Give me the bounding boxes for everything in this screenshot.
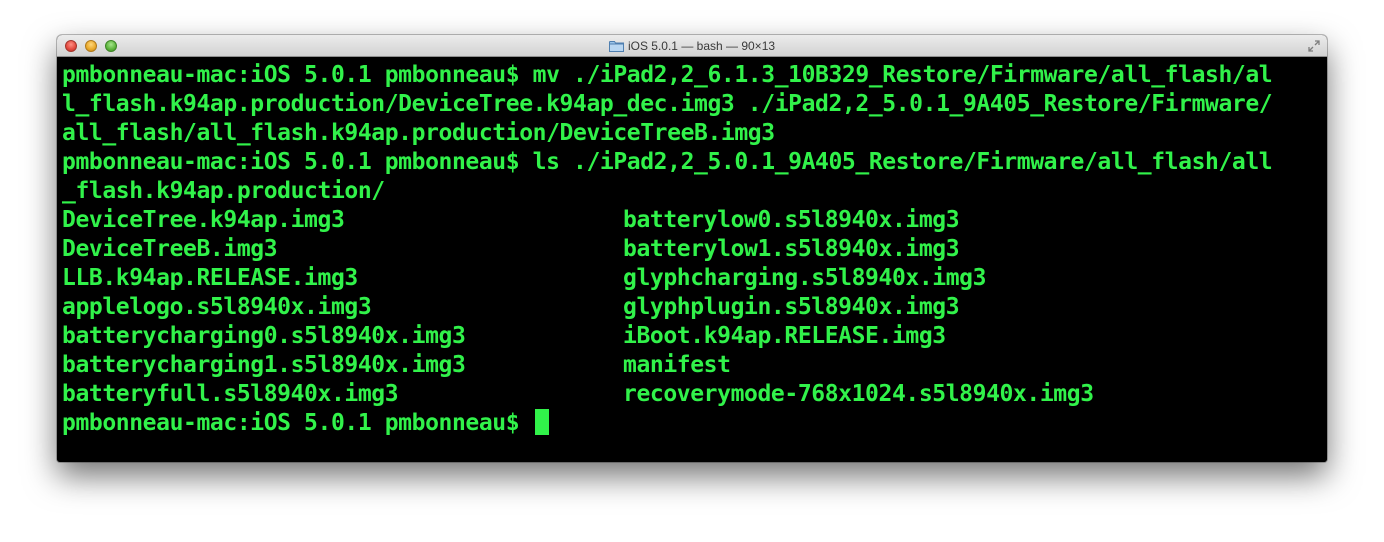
file-entry: glyphplugin.s5l8940x.img3 (623, 294, 960, 320)
window-title-container: iOS 5.0.1 — bash — 90×13 (57, 38, 1327, 54)
file-entry: batteryfull.s5l8940x.img3 (62, 381, 399, 407)
file-entry: batterylow1.s5l8940x.img3 (623, 236, 960, 262)
window-title: iOS 5.0.1 — bash — 90×13 (627, 39, 776, 53)
prompt-line[interactable]: pmbonneau-mac:iOS 5.0.1 pmbonneau$ (62, 409, 1327, 438)
shell-prompt: pmbonneau-mac:iOS 5.0.1 pmbonneau$ (62, 410, 533, 436)
folder-icon (608, 41, 624, 52)
file-entry: LLB.k94ap.RELEASE.img3 (62, 265, 358, 291)
file-entry: recoverymode-768x1024.s5l8940x.img3 (623, 381, 1094, 407)
fullscreen-icon[interactable] (1308, 40, 1320, 52)
file-entry: applelogo.s5l8940x.img3 (62, 294, 372, 320)
file-listing: DeviceTree.k94ap.img3 DeviceTreeB.img3 L… (62, 206, 1327, 409)
file-column-right: batterylow0.s5l8940x.img3 batterylow1.s5… (623, 206, 1094, 409)
terminal-line: pmbonneau-mac:iOS 5.0.1 pmbonneau$ mv ./… (62, 62, 1273, 88)
terminal-content[interactable]: pmbonneau-mac:iOS 5.0.1 pmbonneau$ mv ./… (57, 57, 1327, 462)
file-entry: glyphcharging.s5l8940x.img3 (623, 265, 987, 291)
terminal-line: all_flash/all_flash.k94ap.production/Dev… (62, 120, 775, 146)
terminal-line: _flash.k94ap.production/ (62, 178, 385, 204)
title-bar[interactable]: iOS 5.0.1 — bash — 90×13 (57, 35, 1327, 57)
file-entry: batterylow0.s5l8940x.img3 (623, 207, 960, 233)
file-entry: DeviceTreeB.img3 (62, 236, 278, 262)
terminal-line: l_flash.k94ap.production/DeviceTree.k94a… (62, 91, 1273, 117)
file-entry: manifest (623, 352, 731, 378)
text-cursor (534, 409, 549, 435)
file-column-left: DeviceTree.k94ap.img3 DeviceTreeB.img3 L… (62, 206, 623, 409)
file-entry: batterycharging0.s5l8940x.img3 (62, 323, 466, 349)
file-entry: iBoot.k94ap.RELEASE.img3 (623, 323, 946, 349)
file-entry: DeviceTree.k94ap.img3 (62, 207, 345, 233)
terminal-window: iOS 5.0.1 — bash — 90×13 pmbonneau-mac:i… (57, 35, 1327, 462)
terminal-line: pmbonneau-mac:iOS 5.0.1 pmbonneau$ ls ./… (62, 149, 1273, 175)
file-entry: batterycharging1.s5l8940x.img3 (62, 352, 466, 378)
